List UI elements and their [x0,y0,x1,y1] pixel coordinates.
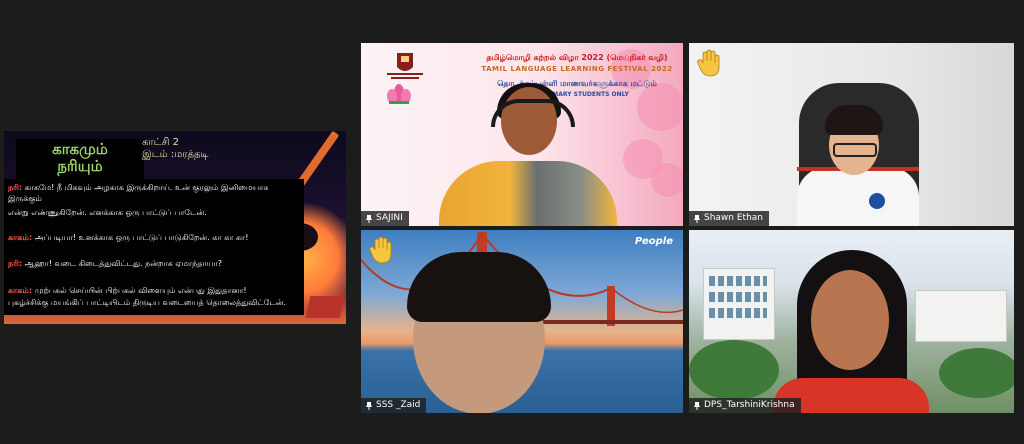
trees-graphic [939,348,1014,398]
banner-title-english: TAMIL LANGUAGE LEARNING FESTIVAL 2022 [481,65,673,73]
participant-video [825,105,883,135]
dialogue-line: என்று எண்ணுகிறேன். எனக்காக ஒரு பாட்டுப் … [8,208,207,217]
participant-name-tag: Shawn Ethan [689,211,769,226]
pin-icon [366,214,372,223]
dialogue-line: காகம்: அப்படியா! உனக்காக ஒரு பாட்டுப் பா… [8,233,249,242]
scene-info: காட்சி 2 இடம் :மரத்தடி [142,137,208,161]
scene-place: இடம் :மரத்தடி [142,149,209,160]
pin-icon [694,401,700,410]
participant-name: SAJINI [376,213,403,223]
video-tile-dps-tarshinikrishna[interactable]: DPS_TarshiniKrishna [689,230,1014,413]
blossom-decoration [651,163,683,197]
raised-hand-icon [369,236,392,264]
participant-video [811,270,889,370]
shared-presentation: காகமும் நரியும் காட்சி 2 இடம் :மரத்தடி ந… [4,131,346,324]
participant-video [797,167,919,226]
participant-name-tag: SAJINI [361,211,409,226]
pin-icon [366,401,372,410]
participant-video [833,143,877,157]
banner-title-tamil: தமிழ்மொழி கற்றல் விழா 2022 (மெய்நிகர் வழ… [486,53,668,62]
pin-icon [694,214,700,223]
dialogue-line: புகழ்ச்சிக்கு மயங்கிப் பாட்டியிடம் திருட… [8,298,287,307]
participant-name: DPS_TarshiniKrishna [704,400,795,410]
participant-video [439,161,617,226]
dialogue-line: நரி: காகமே! நீ மிகவும் அழகாக இருக்கிறாய்… [8,183,269,192]
headset-graphic [491,99,575,127]
dialogue-line: இருக்கும் [8,194,42,203]
lotus-icon [387,84,411,104]
dialogue-line: நரி: ஆஹா! வடை கிடைத்துவிட்டது. நன்றாக ஏம… [8,259,222,268]
building-graphic [709,276,767,286]
video-tile-sajini[interactable]: தமிழ்மொழி கற்றல் விழா 2022 (மெய்நிகர் வழ… [361,43,683,226]
participant-name-tag: SSS _Zaid [361,398,427,413]
participant-video [869,193,885,209]
raised-hand-icon [697,49,720,77]
participant-name-tag: DPS_TarshiniKrishna [689,398,801,413]
dialogue-line: காகம்: முற்பகல் செய்யின் பிற்பகல் விளையு… [8,286,247,295]
participant-video [407,252,551,322]
building-graphic [915,290,1007,342]
trees-graphic [689,340,779,400]
overlay-logo: People [634,236,673,247]
book-graphic [305,296,345,318]
video-tile-shawn-ethan[interactable]: Shawn Ethan [689,43,1014,226]
scene-number: காட்சி 2 [142,137,179,148]
slide-title: காகமும் நரியும் [52,140,108,175]
video-tile-sss-zaid[interactable]: People SSS _Zaid [361,230,683,413]
building-graphic [709,308,767,318]
participant-name: Shawn Ethan [704,213,763,223]
building-graphic [709,292,767,302]
participant-name: SSS _Zaid [376,400,421,410]
